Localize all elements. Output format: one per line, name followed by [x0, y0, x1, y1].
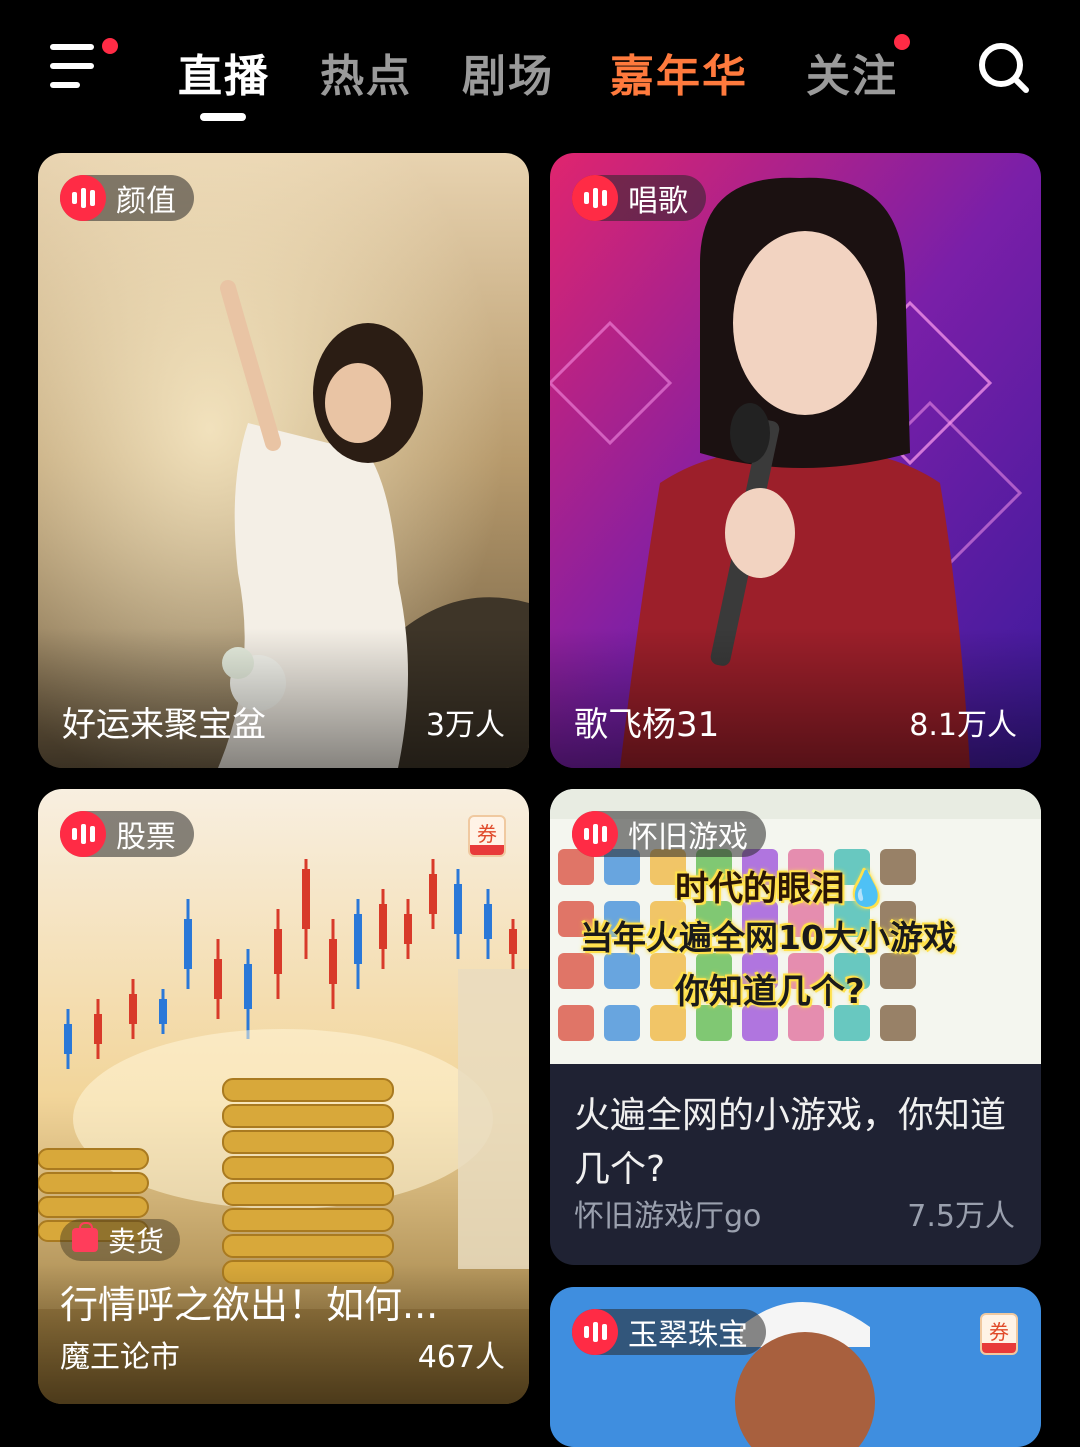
viewer-count: 7.5万人	[907, 1199, 1015, 1234]
viewer-count: 467人	[417, 1340, 505, 1375]
viewer-count: 3万人	[425, 708, 505, 743]
stream-title: 好运来聚宝盆	[62, 705, 266, 745]
coupon-icon: 券	[980, 1313, 1018, 1355]
live-card[interactable]: 颜值 好运来聚宝盆 3万人	[38, 153, 529, 768]
live-card[interactable]: 股票 券 卖货 行情呼之欲出！如何... 魔王论市 467人	[38, 789, 529, 1404]
tab-live[interactable]: 直播	[178, 40, 270, 104]
game-tile	[604, 1005, 640, 1041]
category-tag: 股票	[60, 811, 194, 857]
banner-line: 你知道几个?	[675, 972, 865, 1012]
stream-title: 火遍全网的小游戏，你知道几个?	[574, 1095, 1007, 1190]
live-icon	[572, 175, 618, 221]
host-name: 怀旧游戏厅go	[574, 1199, 762, 1234]
category-tag: 颜值	[60, 175, 194, 221]
live-icon	[572, 811, 618, 857]
notification-dot	[102, 38, 118, 54]
menu-icon[interactable]	[50, 38, 120, 94]
selling-badge: 卖货	[60, 1219, 181, 1261]
live-card[interactable]: 唱歌 歌飞杨31 8.1万人	[550, 153, 1041, 768]
banner-line: 时代的眼泪💧	[675, 869, 888, 909]
tab-follow-label: 关注	[806, 51, 898, 102]
active-tab-indicator	[200, 113, 246, 121]
tab-theater[interactable]: 剧场	[462, 40, 554, 104]
category-tag: 怀旧游戏	[572, 811, 766, 857]
tab-carnival[interactable]: 嘉年华	[610, 40, 748, 104]
game-tile	[558, 1005, 594, 1041]
game-tile	[880, 1005, 916, 1041]
shopping-bag-icon	[72, 1222, 98, 1252]
banner-line: 当年火遍全网10大小游戏	[580, 918, 956, 957]
search-icon[interactable]	[978, 42, 1030, 94]
tab-hot[interactable]: 热点	[320, 40, 412, 104]
viewer-count: 8.1万人	[909, 708, 1017, 743]
coupon-icon: 券	[468, 815, 506, 857]
top-nav: 直播 热点 剧场 嘉年华 关注	[0, 0, 1080, 140]
live-icon	[572, 1309, 618, 1355]
category-tag: 玉翠珠宝	[572, 1309, 766, 1355]
live-card[interactable]: 时代的眼泪💧 当年火遍全网10大小游戏 你知道几个? 怀旧游戏 火遍全网的小游戏…	[550, 789, 1041, 1265]
tab-follow[interactable]: 关注	[806, 34, 910, 104]
category-tag: 唱歌	[572, 175, 706, 221]
notification-dot	[894, 34, 910, 50]
stream-title: 行情呼之欲出！如何...	[60, 1283, 439, 1327]
live-icon	[60, 175, 106, 221]
stream-title: 歌飞杨31	[574, 705, 720, 745]
live-icon	[60, 811, 106, 857]
live-card[interactable]: 玉翠珠宝 券	[550, 1287, 1041, 1447]
host-name: 魔王论市	[60, 1340, 180, 1375]
